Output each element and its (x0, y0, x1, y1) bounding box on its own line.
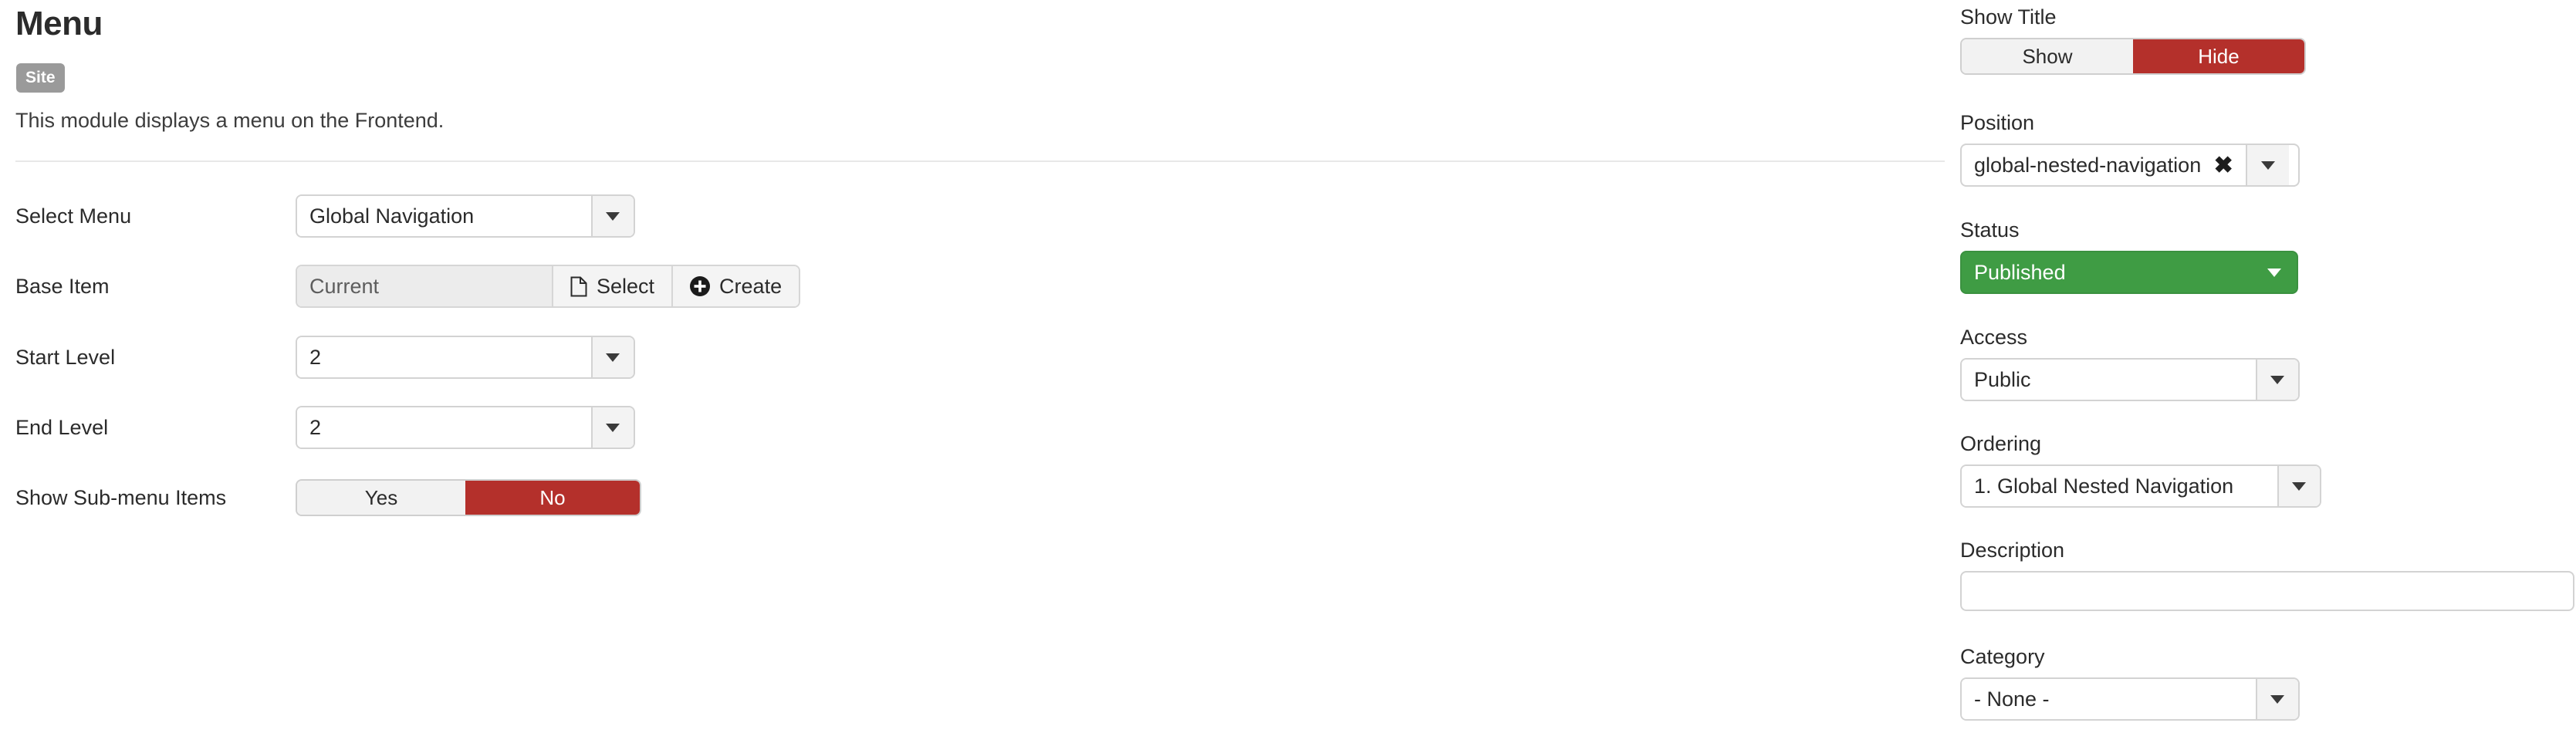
label-description: Description (1960, 539, 2065, 562)
show-submenu-no-option[interactable]: No (465, 481, 640, 515)
end-level-dropdown[interactable]: 2 (296, 406, 635, 449)
ordering-dropdown[interactable]: 1. Global Nested Navigation (1960, 464, 2321, 508)
position-value: global-nested-navigation (1974, 153, 2202, 177)
start-level-field: 2 (296, 336, 635, 379)
label-select-menu: Select Menu (15, 204, 132, 228)
ordering-value: 1. Global Nested Navigation (1962, 466, 2277, 506)
label-end-level: End Level (15, 416, 109, 439)
close-icon[interactable]: ✖ (2201, 145, 2246, 185)
show-title-hide-option[interactable]: Hide (2133, 39, 2304, 73)
status-dropdown[interactable]: Published (1960, 251, 2298, 294)
label-category: Category (1960, 645, 2045, 668)
chevron-down-icon[interactable] (2246, 145, 2290, 185)
sidebar-group-access: Access Public (1960, 327, 2300, 401)
sidebar-group-description: Description (1960, 540, 2574, 611)
chevron-down-icon[interactable] (2255, 679, 2298, 719)
sidebar-group-show-title: Show Title Show Hide (1960, 7, 2306, 75)
select-base-item-label: Select (597, 274, 655, 298)
create-base-item-button[interactable]: Create (671, 266, 800, 306)
plus-circle-icon (690, 276, 711, 296)
status-badge: Site (16, 63, 65, 93)
sidebar-group-category: Category - None - (1960, 647, 2300, 721)
show-title-toggle: Show Hide (1960, 38, 2306, 75)
base-item-field: Current Select Create (296, 265, 801, 308)
module-sidebar-panel: Show Title Show Hide Position global-nes… (1960, 0, 2576, 733)
position-field[interactable]: global-nested-navigation ✖ (1960, 144, 2300, 187)
show-submenu-toggle: Yes No (296, 479, 641, 516)
label-ordering: Ordering (1960, 432, 2042, 455)
sidebar-group-status: Status Published (1960, 220, 2298, 294)
start-level-value: 2 (297, 337, 591, 377)
access-value: Public (1962, 360, 2256, 400)
sidebar-group-ordering: Ordering 1. Global Nested Navigation (1960, 434, 2321, 508)
select-base-item-button[interactable]: Select (552, 266, 672, 306)
end-level-value: 2 (297, 407, 591, 448)
select-menu-field: Global Navigation (296, 194, 635, 238)
category-dropdown[interactable]: - None - (1960, 677, 2300, 721)
show-submenu-yes-option[interactable]: Yes (297, 481, 465, 515)
show-submenu-field: Yes No (296, 479, 641, 516)
module-main-panel: Menu Site This module displays a menu on… (0, 0, 1952, 733)
description-input[interactable] (1960, 571, 2574, 611)
section-divider (15, 160, 1945, 162)
label-access: Access (1960, 326, 2028, 349)
select-menu-value: Global Navigation (297, 196, 591, 236)
label-show-title: Show Title (1960, 5, 2057, 29)
module-description: This module displays a menu on the Front… (15, 109, 445, 132)
label-status: Status (1960, 218, 2020, 242)
status-value: Published (1974, 260, 2066, 284)
access-dropdown[interactable]: Public (1960, 358, 2300, 401)
chevron-down-icon[interactable] (590, 196, 634, 236)
sidebar-group-position: Position global-nested-navigation ✖ (1960, 113, 2300, 187)
page-title: Menu (15, 5, 103, 42)
document-icon (570, 276, 587, 297)
category-value: - None - (1962, 679, 2256, 719)
label-base-item: Base Item (15, 275, 110, 298)
base-item-group: Current Select Create (296, 265, 801, 308)
chevron-down-icon[interactable] (590, 407, 634, 448)
show-title-show-option[interactable]: Show (1962, 39, 2133, 73)
base-item-input[interactable]: Current (297, 266, 552, 306)
label-start-level: Start Level (15, 346, 116, 369)
label-show-submenu: Show Sub-menu Items (15, 486, 227, 509)
select-menu-dropdown[interactable]: Global Navigation (296, 194, 635, 238)
chevron-down-icon (2267, 268, 2281, 277)
chevron-down-icon[interactable] (2277, 466, 2320, 506)
module-edit-page: Menu Site This module displays a menu on… (0, 0, 2576, 733)
create-base-item-label: Create (719, 274, 783, 298)
label-position: Position (1960, 111, 2035, 134)
chevron-down-icon[interactable] (590, 337, 634, 377)
end-level-field: 2 (296, 406, 635, 449)
start-level-dropdown[interactable]: 2 (296, 336, 635, 379)
chevron-down-icon[interactable] (2255, 360, 2298, 400)
